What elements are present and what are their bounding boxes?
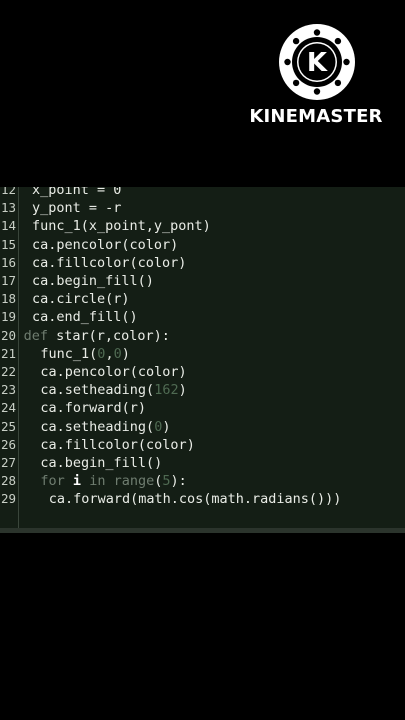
code-line: 28 for i in range(5):: [0, 472, 405, 490]
line-number: 28: [0, 473, 16, 489]
code-text: ca.end_fill(): [32, 308, 138, 326]
code-line: 12 x_point = 0: [0, 187, 405, 199]
code-line: 22 ca.pencolor(color): [0, 363, 405, 381]
code-token: star(r,color):: [47, 327, 170, 344]
code-token: ca.pencolor(color): [32, 236, 179, 253]
code-text: ca.forward(math.cos(math.radians())): [49, 490, 342, 508]
line-number: 16: [0, 254, 16, 270]
code-text: for i in range(5):: [40, 472, 186, 490]
code-line: 26 ca.fillcolor(color): [0, 436, 405, 454]
code-token: ): [178, 382, 187, 399]
logo-letter: K: [307, 48, 328, 78]
code-text: ca.forward(r): [40, 399, 146, 417]
code-line: 17 ca.begin_fill(): [0, 272, 405, 290]
code-line: 23 ca.setheading(162): [0, 381, 405, 399]
code-text: x_point = 0: [32, 187, 121, 199]
code-token: ca.setheading(: [40, 418, 155, 435]
line-number: 29: [0, 491, 16, 507]
line-number: 22: [0, 364, 16, 379]
code-line: 16 ca.fillcolor(color): [0, 254, 405, 272]
code-text: ca.circle(r): [32, 290, 130, 308]
line-number: 20: [0, 327, 16, 343]
keyword-token: range: [113, 473, 155, 490]
kinemaster-logo: K: [279, 24, 355, 100]
code-token: ): [121, 345, 130, 362]
line-number: 15: [0, 236, 16, 252]
code-text: ca.setheading(0): [40, 418, 170, 436]
line-number: 26: [0, 436, 16, 452]
code-text: ca.begin_fill(): [40, 454, 162, 472]
code-token: ca.pencolor(color): [40, 364, 187, 380]
code-line: 29 ca.forward(math.cos(math.radians())): [0, 490, 405, 508]
code-text: ca.fillcolor(color): [40, 436, 194, 454]
line-number: 19: [0, 309, 16, 325]
code-token: ca.begin_fill(): [32, 273, 154, 289]
line-number: 25: [0, 418, 16, 434]
kinemaster-wordmark: KINEMASTER: [249, 106, 383, 127]
code-editor: 12 x_point = 0 13 y_pont = -r 14 func_1(x_poi…: [0, 187, 405, 528]
code-token: y_pont = -r: [32, 200, 122, 217]
editor-bottom-border: [0, 528, 405, 533]
video-frame: K KINEMASTER 12 x_point = 0 13 y_pont = -r 1…: [0, 0, 405, 720]
code-token: func_1(x_point,y_pont): [32, 218, 211, 235]
line-number: 24: [0, 400, 16, 416]
code-token: x_point = 0: [32, 187, 122, 198]
kinemaster-logo-icon: K: [284, 29, 350, 95]
code-token: ca.end_fill(): [32, 309, 138, 326]
code-line: 13 y_pont = -r: [0, 199, 405, 217]
code-text: func_1(0,0): [40, 345, 129, 363]
keyword-token: for: [40, 473, 65, 490]
line-number: 18: [0, 291, 16, 307]
code-line: 21 func_1(0,0): [0, 345, 405, 363]
code-line: 14 func_1(x_point,y_pont): [0, 217, 405, 235]
number-token: 5: [162, 473, 171, 490]
line-number: 27: [0, 455, 16, 470]
line-number: 23: [0, 382, 16, 398]
line-number: 12: [0, 187, 16, 197]
code-text: y_pont = -r: [32, 199, 121, 217]
code-text: ca.fillcolor(color): [32, 254, 186, 272]
line-number: 21: [0, 345, 16, 361]
code-line: 19 ca.end_fill(): [0, 308, 405, 326]
code-token: i: [72, 473, 82, 490]
code-token: ca.fillcolor(color): [32, 254, 187, 271]
code-text: ca.pencolor(color): [32, 236, 178, 254]
code-line: 24 ca.forward(r): [0, 399, 405, 417]
keyword-token: in: [89, 473, 106, 490]
code-token: ca.forward(math.cos(math.radians())): [48, 491, 342, 508]
number-token: 162: [154, 382, 179, 399]
code-line: 25 ca.setheading(0): [0, 418, 405, 436]
code-token: ,: [105, 345, 114, 362]
code-line: 27 ca.begin_fill(): [0, 454, 405, 472]
keyword-token: def: [23, 327, 48, 344]
code-token: ca.setheading(: [40, 382, 155, 399]
line-number: 17: [0, 273, 16, 288]
code-text: ca.setheading(162): [40, 381, 186, 399]
code-token: func_1(: [40, 345, 98, 362]
code-token: ):: [170, 473, 187, 490]
code-line: 20 def star(r,color):: [0, 327, 405, 345]
code-text: ca.pencolor(color): [40, 363, 186, 381]
code-line: 18 ca.circle(r): [0, 290, 405, 308]
line-number: 13: [0, 200, 16, 216]
code-token: ca.forward(r): [40, 400, 147, 417]
code-token: ca.begin_fill(): [40, 455, 163, 471]
line-number: 14: [0, 218, 16, 234]
code-token: ): [162, 418, 171, 435]
code-token: ca.circle(r): [32, 291, 130, 308]
code-text: def star(r,color):: [24, 327, 170, 345]
number-token: 0: [113, 345, 122, 362]
code-text: func_1(x_point,y_pont): [32, 217, 211, 235]
code-line: 15 ca.pencolor(color): [0, 236, 405, 254]
code-text: ca.begin_fill(): [32, 272, 154, 290]
code-token: ca.fillcolor(color): [40, 436, 195, 453]
